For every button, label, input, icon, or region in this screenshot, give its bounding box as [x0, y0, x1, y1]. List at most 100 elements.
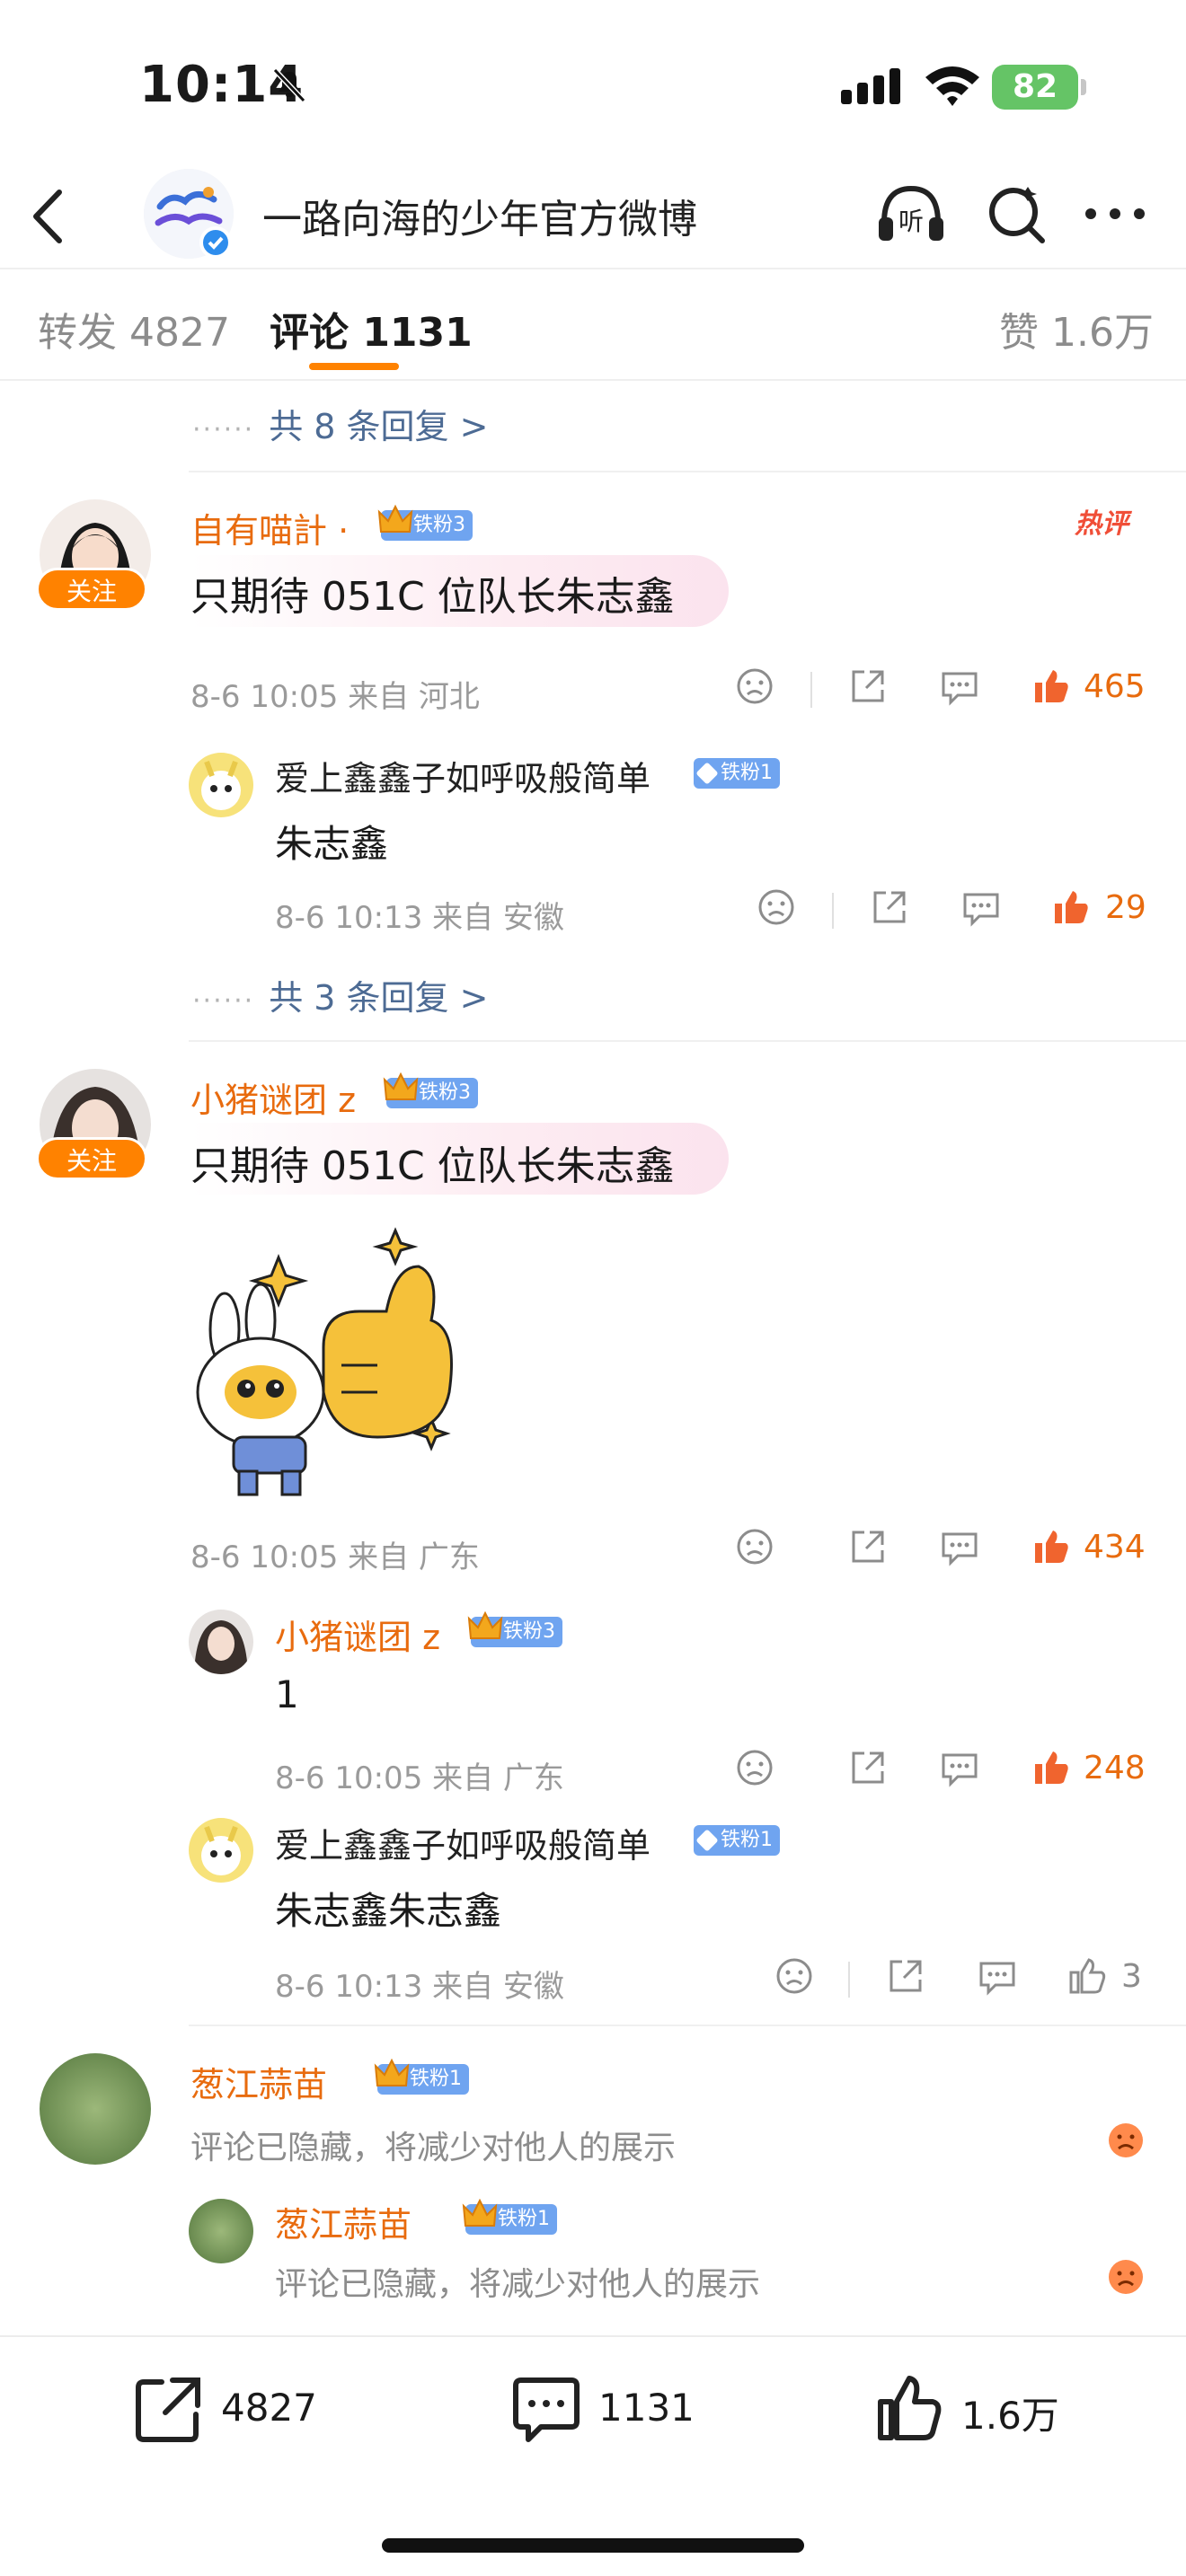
view-more-replies-link[interactable]: ······ 共 3 条回复 > — [192, 970, 488, 1019]
bell-muted-icon — [272, 67, 306, 103]
comment-text: 只期待 051C 位队长朱志鑫 — [190, 574, 675, 620]
reply-icon[interactable] — [976, 1954, 1019, 1998]
like-icon[interactable] — [1030, 665, 1073, 708]
like-button[interactable]: 1.6万 — [873, 2369, 1071, 2441]
verified-badge-icon — [199, 226, 232, 259]
reply-username[interactable]: 葱江蒜苗 — [275, 2197, 412, 2246]
sad-face-icon[interactable] — [1107, 2258, 1145, 2296]
battery-tip — [1081, 79, 1086, 95]
like-count: 434 — [1084, 1529, 1146, 1566]
tab-likes[interactable]: 赞 1.6万 — [999, 300, 1154, 357]
reply-username[interactable]: 爱上鑫鑫子如呼吸般简单 — [275, 751, 651, 800]
like-count: 248 — [1084, 1750, 1146, 1786]
reply-avatar[interactable] — [189, 2199, 253, 2263]
user-avatar-image — [189, 1610, 253, 1674]
home-indicator[interactable] — [382, 2538, 804, 2553]
share-icon[interactable] — [846, 1525, 890, 1568]
reply-username[interactable]: 爱上鑫鑫子如呼吸般简单 — [275, 1818, 651, 1867]
view-more-replies-link[interactable]: ······ 共 8 条回复 > — [192, 399, 488, 448]
more-options-icon[interactable] — [1084, 207, 1146, 221]
fan-badge-label: 铁粉1 — [410, 2068, 462, 2090]
like-icon[interactable] — [1030, 1525, 1073, 1568]
divider — [189, 471, 1186, 472]
reply-actions: 29 — [751, 886, 1159, 940]
username-text: 自有喵計 — [190, 511, 328, 551]
page-title: 一路向海的少年官方微博 — [262, 197, 697, 243]
fan-badge-label: 铁粉3 — [419, 1081, 471, 1104]
follow-button[interactable]: 关注 — [36, 568, 147, 611]
like-icon[interactable] — [1049, 886, 1093, 929]
share-icon[interactable] — [868, 886, 911, 929]
comment-button[interactable]: 1131 — [510, 2369, 708, 2442]
diamond-icon — [695, 1829, 719, 1852]
like-icon[interactable] — [1030, 1746, 1073, 1789]
crown-icon — [467, 1610, 503, 1639]
user-avatar-image — [189, 1818, 253, 1883]
reply-avatar[interactable] — [189, 1610, 253, 1674]
fan-badge[interactable]: 铁粉3 — [383, 1072, 478, 1108]
more-replies-label: 共 8 条回复 > — [269, 407, 489, 446]
tab-comments[interactable]: 评论 1131 — [270, 300, 473, 357]
share-icon[interactable] — [884, 1954, 927, 1998]
comment-username[interactable]: 自有喵計 · — [190, 503, 349, 552]
like-icon[interactable] — [1066, 1954, 1109, 1998]
dislike-icon[interactable] — [733, 1525, 776, 1568]
hidden-comment-notice: 评论已隐藏，将减少对他人的展示 — [190, 2130, 677, 2166]
reply-icon[interactable] — [938, 665, 981, 708]
fan-badge[interactable]: 铁粉1 — [694, 758, 780, 789]
sticker-thumbs-up-bunny[interactable] — [189, 1213, 476, 1509]
reply-actions: 248 — [728, 1746, 1159, 1800]
reply-username[interactable]: 小猪谜团 z — [275, 1610, 440, 1659]
comment-meta: 8-6 10:05 来自 河北 — [190, 679, 480, 715]
avatar[interactable] — [40, 2053, 151, 2165]
dots-decoration: ······ — [192, 414, 255, 446]
reply-avatar[interactable] — [189, 1818, 253, 1883]
fan-badge[interactable]: 铁粉1 — [694, 1825, 780, 1856]
share-icon[interactable] — [846, 665, 890, 708]
fan-badge[interactable]: 铁粉3 — [467, 1610, 562, 1647]
comment-text: 只期待 051C 位队长朱志鑫 — [190, 1143, 675, 1189]
reply-icon[interactable] — [938, 1525, 981, 1568]
active-tab-indicator — [309, 363, 399, 370]
comment-icon — [513, 2378, 580, 2442]
dislike-icon[interactable] — [755, 886, 798, 929]
like-count-total: 1.6万 — [961, 2394, 1059, 2438]
battery-indicator: 82 — [992, 65, 1078, 110]
fan-badge[interactable]: 铁粉3 — [377, 504, 473, 541]
hot-comment-label: 热评 — [1075, 508, 1128, 540]
user-avatar-image — [189, 2199, 253, 2263]
like-count: 465 — [1084, 668, 1146, 705]
sad-face-icon[interactable] — [1107, 2122, 1145, 2159]
reply-avatar[interactable] — [189, 753, 253, 817]
listen-icon[interactable]: 听 — [873, 176, 949, 251]
search-icon[interactable] — [981, 178, 1053, 250]
fan-badge-label: 铁粉1 — [498, 2208, 550, 2230]
dislike-icon[interactable] — [733, 1746, 776, 1789]
divider — [189, 2025, 1186, 2026]
dislike-icon[interactable] — [773, 1954, 816, 1998]
reply-text: 朱志鑫 — [275, 822, 389, 866]
tab-bar: 转发 4827 评论 1131 赞 1.6万 — [0, 269, 1186, 381]
tab-repost[interactable]: 转发 4827 — [38, 300, 230, 357]
dislike-icon[interactable] — [733, 665, 776, 708]
fan-badge[interactable]: 铁粉1 — [462, 2198, 557, 2235]
share-icon[interactable] — [846, 1746, 890, 1789]
reply-icon[interactable] — [938, 1746, 981, 1789]
dots-decoration: ······ — [192, 985, 255, 1017]
wifi-icon — [925, 66, 979, 106]
reply-icon[interactable] — [960, 886, 1003, 929]
follow-button[interactable]: 关注 — [36, 1137, 147, 1180]
top-nav: 一路向海的少年官方微博 听 — [0, 162, 1186, 269]
fan-badge[interactable]: 铁粉1 — [374, 2058, 469, 2095]
comment-username[interactable]: 小猪谜团 z — [190, 1072, 356, 1122]
reply-meta: 8-6 10:05 来自 广东 — [275, 1760, 564, 1796]
fan-badge-label: 铁粉3 — [413, 514, 465, 536]
svg-text:听: 听 — [898, 207, 924, 236]
repost-button[interactable]: 4827 — [133, 2369, 331, 2442]
comment-username[interactable]: 葱江蒜苗 — [190, 2057, 327, 2106]
reply-meta: 8-6 10:13 来自 安徽 — [275, 900, 564, 936]
comment-meta: 8-6 10:05 来自 广东 — [190, 1539, 480, 1575]
hidden-comment-notice: 评论已隐藏，将减少对他人的展示 — [275, 2266, 761, 2303]
comment-actions: 434 — [728, 1525, 1159, 1579]
back-arrow-icon[interactable] — [29, 185, 68, 248]
